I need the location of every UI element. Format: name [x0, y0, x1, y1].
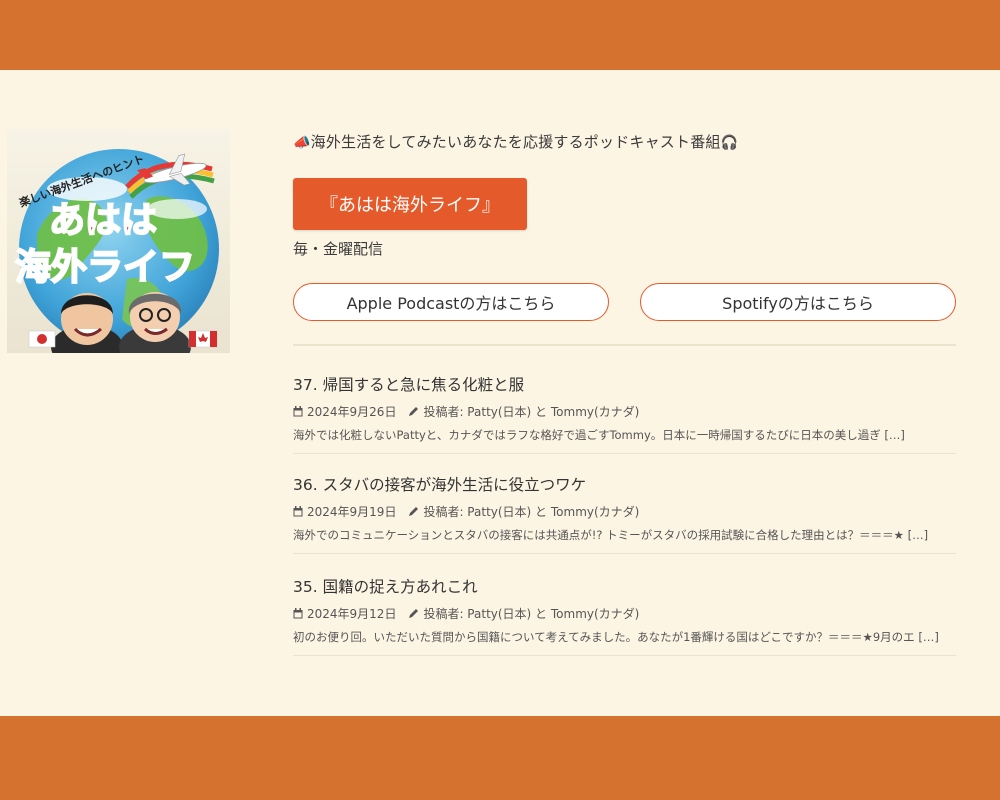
tagline: 📣海外生活をしてみたいあなたを応援するポッドキャスト番組🎧 [293, 131, 738, 152]
pencil-icon [409, 609, 419, 618]
episode-meta: 2024年9月12日 投稿者: Patty(日本) と Tommy(カナダ) [293, 605, 639, 622]
episode-date: 2024年9月26日 [307, 405, 397, 419]
episode-date: 2024年9月19日 [307, 505, 397, 519]
svg-text:あはは: あはは [49, 200, 157, 241]
episode-title[interactable]: 37. 帰国すると急に焦る化粧と服 [293, 373, 524, 395]
section-divider [293, 344, 956, 346]
episode-excerpt: 海外では化粧しないPattyと、カナダではラフな格好で過ごすTommy。日本に一… [293, 428, 905, 442]
calendar-icon [293, 406, 303, 417]
release-schedule: 毎・金曜配信 [293, 240, 384, 258]
episode-author: 投稿者: Patty(日本) と Tommy(カナダ) [423, 405, 640, 419]
tagline-text: 海外生活をしてみたいあなたを応援するポッドキャスト番組 [310, 133, 721, 151]
pencil-icon [409, 407, 419, 416]
episode-divider [293, 655, 956, 656]
episode-date: 2024年9月12日 [307, 607, 397, 621]
top-bar [0, 0, 1000, 70]
episode-meta: 2024年9月19日 投稿者: Patty(日本) と Tommy(カナダ) [293, 503, 639, 520]
episode-author: 投稿者: Patty(日本) と Tommy(カナダ) [423, 607, 640, 621]
spotify-link[interactable]: Spotifyの方はこちら [640, 283, 956, 321]
megaphone-icon: 📣 [293, 135, 311, 151]
episode-divider [293, 453, 956, 454]
calendar-icon [293, 608, 303, 619]
pencil-icon [409, 507, 419, 516]
episode-excerpt: 初のお便り回。いただいた質問から国籍について考えてみました。あなたが1番輝ける国… [293, 630, 939, 644]
japan-flag [28, 330, 56, 348]
episode-excerpt: 海外でのコミュニケーションとスタバの接客には共通点が!? トミーがスタバの採用試… [293, 528, 929, 542]
svg-text:海外ライフ: 海外ライフ [15, 247, 195, 288]
headphones-icon: 🎧 [720, 135, 739, 151]
apple-podcast-link[interactable]: Apple Podcastの方はこちら [293, 283, 609, 321]
canada-flag [188, 330, 218, 348]
episode-author: 投稿者: Patty(日本) と Tommy(カナダ) [423, 505, 640, 519]
episode-divider [293, 553, 956, 554]
episode-title[interactable]: 35. 国籍の捉え方あれこれ [293, 575, 478, 597]
bottom-bar [0, 716, 1000, 800]
podcast-title-button[interactable]: 『あはは海外ライフ』 [293, 178, 527, 230]
podcast-cover-image: 楽しい海外生活へのヒント あはは 海外ライフ [7, 129, 230, 353]
episode-meta: 2024年9月26日 投稿者: Patty(日本) と Tommy(カナダ) [293, 403, 639, 420]
calendar-icon [293, 506, 303, 517]
episode-title[interactable]: 36. スタバの接客が海外生活に役立つワケ [293, 473, 586, 495]
